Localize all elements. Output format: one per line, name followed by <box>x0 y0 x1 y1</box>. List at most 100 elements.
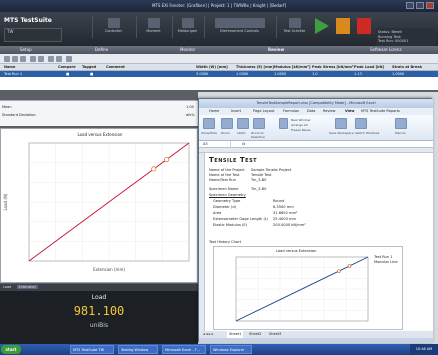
results-table: Name Compare Tagged Comment Width (W) [m… <box>0 64 438 90</box>
cell-name: Test Run 1 <box>4 72 23 76</box>
col-peak-stress[interactable]: Peak Stress [kN/mm²] <box>312 64 354 71</box>
cell-width: 3.0000 <box>196 72 209 76</box>
controller-icon <box>107 18 120 28</box>
col-name[interactable]: Name <box>4 64 38 71</box>
open-icon[interactable] <box>4 56 10 62</box>
excel-tab-formulas[interactable]: Formulas <box>283 108 299 115</box>
play-icon[interactable] <box>315 18 329 34</box>
meter-label: Load <box>91 294 107 301</box>
arrange-all-label[interactable]: Arrange All <box>291 123 308 127</box>
export-icon[interactable] <box>66 56 72 62</box>
chart-pane: Load versus Extension Extension (mm) Load… <box>0 128 198 283</box>
sheet-tab-3[interactable]: Sheet3 <box>269 331 281 338</box>
window-title: MTS EXi Fenster: [Grafiken] | Projekt: 1… <box>151 3 287 8</box>
col-width[interactable]: Width (W) [mm] <box>196 64 236 71</box>
messages-button[interactable]: Meldungen <box>172 16 202 38</box>
status-run: Test Run: 000001 <box>378 39 409 43</box>
section-tabs: Setup Define Monitor Review Software Liz… <box>0 46 438 54</box>
app-logo: MTS TestSuite <box>4 17 52 24</box>
cell-peak-load: 1.13 <box>354 72 362 76</box>
controller-button[interactable]: Controller <box>92 16 134 38</box>
task-mts[interactable]: MTS TestSuite TW <box>70 345 114 354</box>
save-workspace-icon[interactable] <box>335 118 347 129</box>
excel-tab-review[interactable]: Review <box>323 108 336 115</box>
moment-button[interactable]: Moment <box>136 16 170 38</box>
col-peak-load[interactable]: Peak Load [kN] <box>354 64 392 71</box>
sheet-tab-1[interactable]: Sheet1 <box>227 331 244 338</box>
tab-review[interactable]: Review <box>268 46 284 54</box>
col-compare[interactable]: Compare <box>58 64 82 71</box>
sort-icon[interactable] <box>38 56 44 62</box>
switch-windows-label: Switch Windows <box>355 131 380 135</box>
close-button[interactable] <box>426 2 434 9</box>
meter-value: 981.100 <box>73 304 125 318</box>
test-steps-button[interactable]: Test Schritte <box>276 16 312 38</box>
zoom-selection-label: Zoom to Selection <box>251 131 265 139</box>
stop-icon[interactable] <box>357 18 371 34</box>
save-workspace-label: Save Workspace <box>329 131 354 135</box>
drive-controls-label: Drehmoment Controls <box>220 29 259 33</box>
switch-windows-icon[interactable] <box>355 118 367 129</box>
function-icon[interactable]: fx <box>242 142 245 146</box>
cell-tagged[interactable]: ■ <box>90 71 93 77</box>
name-box[interactable]: A3 <box>203 141 231 148</box>
tab-setup[interactable]: Setup <box>20 46 32 54</box>
new-window-icon[interactable] <box>279 118 288 129</box>
messages-icon <box>181 18 194 28</box>
pause-icon[interactable] <box>336 18 350 34</box>
excel-tab-home[interactable]: Home <box>209 108 219 115</box>
task-testing[interactable]: Testing Window <box>118 345 158 354</box>
col-strain-break[interactable]: Strain at Break <box>392 64 436 71</box>
sheet-tab-2[interactable]: Sheet2 <box>249 331 261 338</box>
excel-tab-data[interactable]: Data <box>307 108 315 115</box>
zoom-selection-icon[interactable] <box>253 118 265 129</box>
drive-controls-button[interactable]: Drehmoment Controls <box>204 16 274 38</box>
zoom-100-icon[interactable] <box>237 118 249 129</box>
save-icon[interactable] <box>12 56 18 62</box>
excel-tab-mts-reports[interactable]: MTS TestSuite Reports <box>361 108 400 115</box>
test-steps-icon <box>288 18 301 28</box>
tab-monitor[interactable]: Monitor <box>180 46 195 54</box>
table-row[interactable]: Test Run 1 ■ ■ 3.0000 1.0000 1.0000 1.0 … <box>0 71 438 77</box>
excel-title: TensileTestSampleReport.xlsx [Compatibil… <box>256 101 376 105</box>
col-tagged[interactable]: Tagged <box>82 64 106 71</box>
stat-sd-label: Standard Deviation <box>2 113 36 117</box>
tab-define[interactable]: Define <box>95 46 108 54</box>
cell-thickness: 1.0000 <box>236 72 249 76</box>
app-ribbon: MTS TestSuite TW Controller Moment Meldu… <box>0 12 438 52</box>
task-excel[interactable]: Microsoft Excel - T... <box>162 345 206 354</box>
chart-icon[interactable] <box>48 56 54 62</box>
excel-tab-page-layout[interactable]: Page Layout <box>253 108 274 115</box>
tab-license[interactable]: Software Lizenz <box>370 46 401 54</box>
specimen-label: Specimen Name <box>209 187 239 191</box>
new-window-label[interactable]: New Window <box>291 118 310 122</box>
show-hide-icon[interactable] <box>203 118 215 129</box>
freeze-panes-label[interactable]: Freeze Panes <box>291 128 311 132</box>
x-axis-label: Extension (mm) <box>93 267 125 272</box>
zoom-icon[interactable] <box>221 118 233 129</box>
spreadsheet[interactable]: Tensile Test Name of the Project Sample … <box>199 148 433 331</box>
excel-tab-insert[interactable]: Insert <box>231 108 241 115</box>
excel-tab-view[interactable]: View <box>345 108 354 115</box>
geometry-row-label: Elastic Modulus (E) <box>213 223 248 227</box>
task-explorer[interactable]: Windows Explorer <box>210 345 252 354</box>
cell-compare[interactable]: ■ <box>66 71 69 77</box>
macros-icon[interactable] <box>395 118 407 129</box>
start-button[interactable]: start <box>1 345 21 354</box>
print-icon[interactable] <box>20 56 26 62</box>
table-icon[interactable] <box>56 56 62 62</box>
project-selector[interactable]: TW <box>4 28 62 42</box>
col-modulus[interactable]: Modulus [kN/mm²] <box>274 64 312 71</box>
col-comment[interactable]: Comment <box>106 64 156 71</box>
cell-modulus: 1.0000 <box>274 72 287 76</box>
minimize-button[interactable] <box>406 2 414 9</box>
inner-chart-frame[interactable]: Load versus Extension Test Run 1 Modulus… <box>213 246 403 330</box>
filter-icon[interactable] <box>30 56 36 62</box>
meter-tab-load[interactable]: Load <box>3 285 11 289</box>
maximize-button[interactable] <box>416 2 424 9</box>
meter-tab-extension[interactable]: Extension <box>16 285 38 289</box>
col-thickness[interactable]: Thickness (E) [mm] <box>236 64 274 71</box>
formula-bar: A3 fx <box>199 141 433 148</box>
sheet-nav-icon[interactable]: ◂ ◂ ▸ ▸ <box>203 331 213 338</box>
run-label: Name/Test Run <box>209 178 236 182</box>
